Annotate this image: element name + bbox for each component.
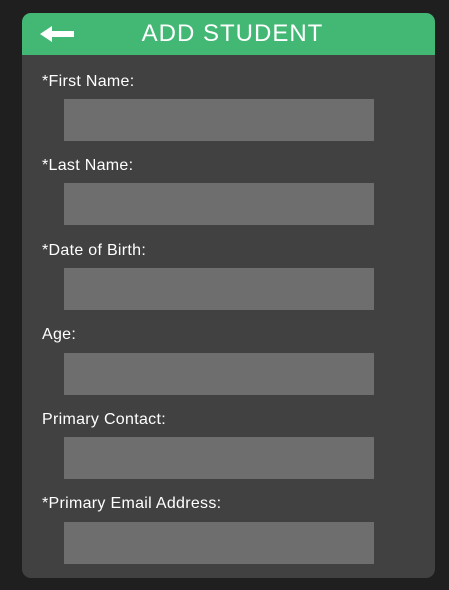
primary-email-input[interactable]: [64, 522, 374, 564]
page-title: ADD STUDENT: [141, 20, 324, 47]
primary-contact-label: Primary Contact:: [42, 411, 166, 428]
header-bar: ADD STUDENT: [22, 13, 435, 55]
primary-contact-input[interactable]: [64, 437, 374, 479]
add-student-screen: ADD STUDENT *First Name: *Last Name: *Da…: [0, 0, 449, 590]
primary-email-label: *Primary Email Address:: [42, 495, 222, 512]
last-name-input[interactable]: [64, 183, 374, 225]
first-name-input[interactable]: [64, 99, 374, 141]
first-name-label: *First Name:: [42, 73, 135, 90]
age-input[interactable]: [64, 353, 374, 395]
add-student-card: ADD STUDENT *First Name: *Last Name: *Da…: [22, 13, 435, 578]
date-of-birth-label: *Date of Birth:: [42, 242, 147, 259]
date-of-birth-input[interactable]: [64, 268, 374, 310]
last-name-label: *Last Name:: [42, 157, 134, 174]
age-label: Age:: [42, 326, 77, 343]
